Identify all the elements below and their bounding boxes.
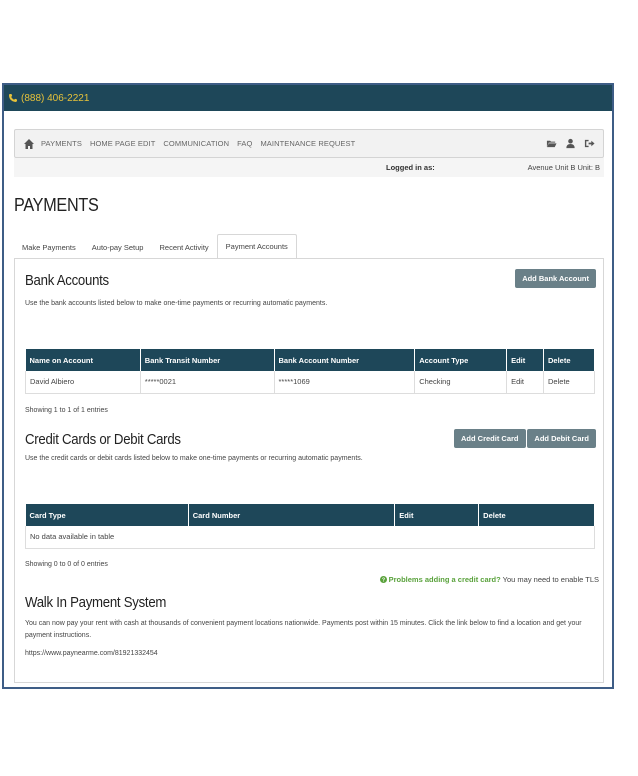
cards-table: Card Type Card Number Edit Delete No dat… <box>25 504 595 549</box>
col-bank-account-number[interactable]: Bank Account Number <box>274 349 416 371</box>
paynearme-link[interactable]: https://www.paynearme.com/81921332454 <box>25 650 158 657</box>
col-card-type[interactable]: Card Type <box>25 504 189 526</box>
svg-text:?: ? <box>381 578 384 583</box>
page-title: PAYMENTS <box>14 195 99 215</box>
home-icon[interactable] <box>23 138 35 150</box>
phone-icon <box>9 94 17 102</box>
bank-accounts-table: Name on Account Bank Transit Number Bank… <box>25 349 595 394</box>
cards-table-header: Card Type Card Number Edit Delete <box>25 504 595 526</box>
tls-problem-link[interactable]: Problems adding a credit card? <box>389 575 501 584</box>
nav-faq[interactable]: FAQ <box>237 139 252 148</box>
bank-entries-count: Showing 1 to 1 of 1 entries <box>25 407 108 414</box>
nav-communication[interactable]: COMMUNICATION <box>163 139 229 148</box>
walk-in-title: Walk In Payment System <box>25 594 167 611</box>
tls-hint: You may need to enable TLS <box>500 575 599 584</box>
nav-home-page-edit[interactable]: HOME PAGE EDIT <box>90 139 155 148</box>
cell-account-type: Checking <box>414 371 508 394</box>
add-bank-account-button[interactable]: Add Bank Account <box>515 269 596 288</box>
col-card-edit: Edit <box>394 504 480 526</box>
main-nav: PAYMENTS HOME PAGE EDIT COMMUNICATION FA… <box>14 129 604 158</box>
bank-accounts-title: Bank Accounts <box>25 272 109 289</box>
top-bar: (888) 406-2221 <box>4 85 612 111</box>
nav-payments[interactable]: PAYMENTS <box>41 139 82 148</box>
cards-description: Use the credit cards or debit cards list… <box>25 455 363 462</box>
cell-transit: *****0021 <box>140 371 275 394</box>
payment-accounts-panel: Bank Accounts Add Bank Account Use the b… <box>14 258 604 683</box>
help-circle-icon: ? <box>379 576 387 584</box>
user-icon[interactable] <box>565 138 576 149</box>
col-edit: Edit <box>506 349 545 371</box>
unit-address: Avenue Unit B Unit: B <box>527 163 600 172</box>
add-credit-card-button[interactable]: Add Credit Card <box>454 429 526 448</box>
sign-out-icon[interactable] <box>584 138 595 149</box>
session-bar: Logged in as: Avenue Unit B Unit: B <box>14 158 604 177</box>
table-row: David Albiero *****0021 *****1069 Checki… <box>25 371 595 394</box>
phone-number[interactable]: (888) 406-2221 <box>21 93 89 104</box>
folder-open-icon[interactable] <box>546 138 557 149</box>
col-account-type[interactable]: Account Type <box>414 349 508 371</box>
walk-in-description: You can now pay your rent with cash at t… <box>25 620 582 639</box>
edit-link[interactable]: Edit <box>506 371 545 394</box>
app-frame: (888) 406-2221 PAYMENTS HOME PAGE EDIT C… <box>2 83 614 689</box>
tab-make-payments[interactable]: Make Payments <box>14 236 84 259</box>
cell-name: David Albiero <box>25 371 141 394</box>
nav-maintenance-request[interactable]: MAINTENANCE REQUEST <box>260 139 355 148</box>
tab-auto-pay-setup[interactable]: Auto-pay Setup <box>84 236 152 259</box>
bank-table-header: Name on Account Bank Transit Number Bank… <box>25 349 595 371</box>
col-name-on-account[interactable]: Name on Account <box>25 349 141 371</box>
tls-notice: ? Problems adding a credit card? You may… <box>379 575 599 584</box>
col-card-number[interactable]: Card Number <box>188 504 396 526</box>
nav-right-icons <box>546 138 595 149</box>
logged-in-label: Logged in as: <box>386 163 435 172</box>
empty-table-message: No data available in table <box>25 526 595 549</box>
col-bank-transit-number[interactable]: Bank Transit Number <box>140 349 275 371</box>
bank-accounts-description: Use the bank accounts listed below to ma… <box>25 300 328 307</box>
add-debit-card-button[interactable]: Add Debit Card <box>527 429 596 448</box>
delete-link[interactable]: Delete <box>543 371 595 394</box>
cards-title: Credit Cards or Debit Cards <box>25 431 181 448</box>
cards-entries-count: Showing 0 to 0 of 0 entries <box>25 561 108 568</box>
cell-account-number: *****1069 <box>274 371 416 394</box>
tab-recent-activity[interactable]: Recent Activity <box>151 236 216 259</box>
payment-tabs: Make Payments Auto-pay Setup Recent Acti… <box>14 234 297 259</box>
col-card-delete: Delete <box>478 504 595 526</box>
table-row: No data available in table <box>25 526 595 549</box>
col-delete: Delete <box>543 349 595 371</box>
tab-payment-accounts[interactable]: Payment Accounts <box>216 234 297 259</box>
